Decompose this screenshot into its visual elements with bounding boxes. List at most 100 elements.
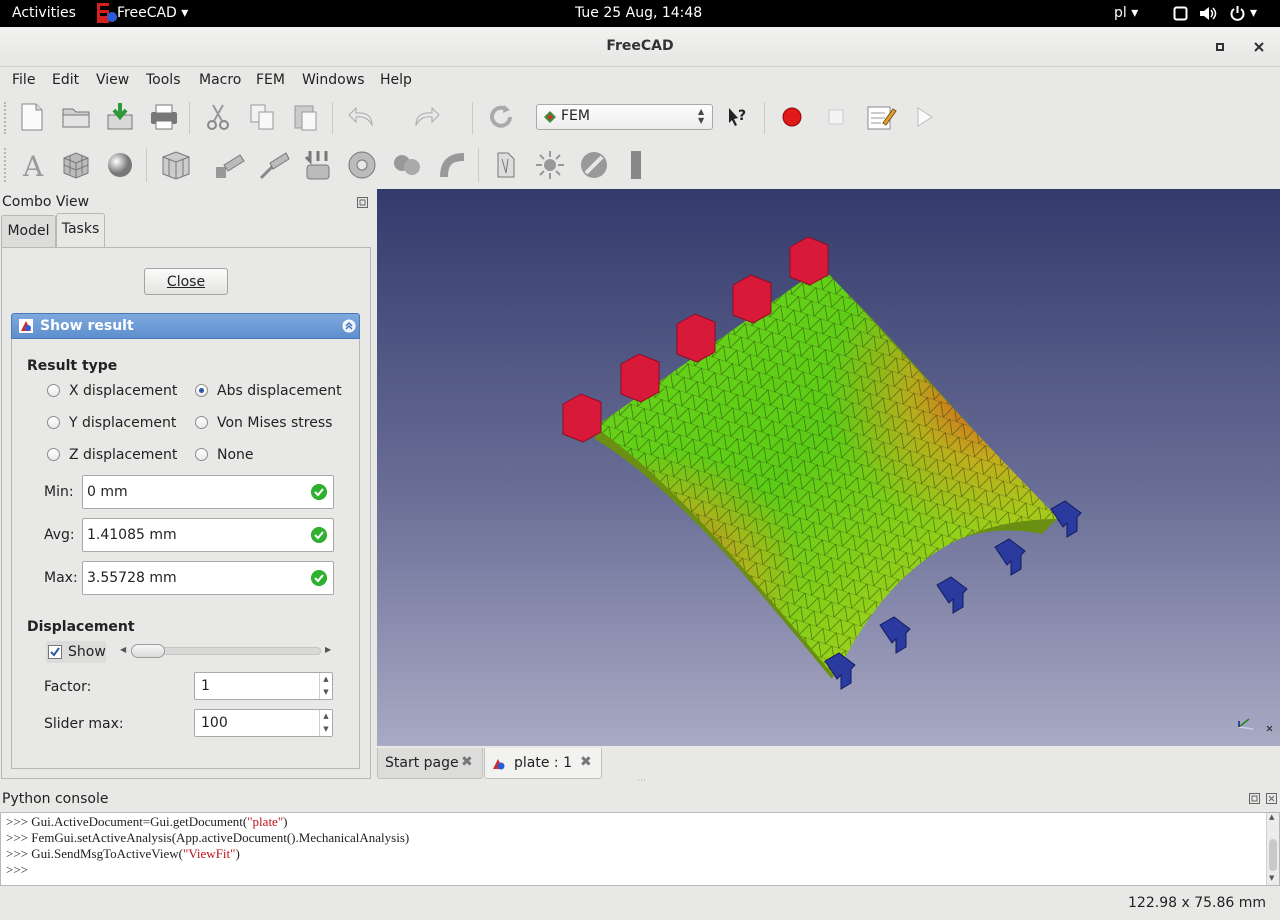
workbench-selector[interactable]: FEM ▲ ▼	[536, 104, 713, 130]
material-icon[interactable]	[104, 149, 136, 181]
slider-right-arrow[interactable]: ▶	[325, 645, 331, 654]
scroll-down-arrow[interactable]: ▼	[1269, 874, 1274, 882]
x-displacement-label[interactable]: X displacement	[69, 383, 177, 399]
menu-file[interactable]: File	[12, 72, 35, 88]
open-folder-icon[interactable]	[60, 101, 92, 133]
mechanical-analysis-icon[interactable]	[160, 149, 192, 181]
menu-windows[interactable]: Windows	[302, 72, 365, 88]
scrollbar-thumb[interactable]	[1269, 839, 1277, 871]
max-label: Max:	[44, 570, 78, 586]
undo-icon[interactable]	[346, 101, 378, 133]
undock-icon[interactable]	[1249, 793, 1260, 804]
new-document-icon[interactable]	[16, 101, 48, 133]
spin-arrows-icon[interactable]: ▲ ▼	[319, 710, 332, 736]
slider-max-spinbox[interactable]: 100 ▲ ▼	[194, 709, 333, 737]
close-button[interactable]: Close	[144, 268, 228, 295]
spin-arrows-icon[interactable]: ▲ ▼	[319, 673, 332, 699]
console-scrollbar[interactable]: ▲ ▼	[1266, 813, 1279, 885]
clock[interactable]: Tue 25 Aug, 14:48	[575, 5, 702, 21]
analysis-icon[interactable]: A	[18, 149, 50, 181]
purge-results-icon[interactable]	[578, 149, 610, 181]
menu-help[interactable]: Help	[380, 72, 412, 88]
fem-plate-model[interactable]	[377, 189, 1280, 746]
show-result-header[interactable]: Show result	[11, 313, 360, 339]
toolbar-grip[interactable]	[4, 102, 8, 134]
macro-record-icon[interactable]	[776, 101, 808, 133]
radio-von-mises-stress[interactable]	[195, 416, 208, 429]
constraint-bearing-icon[interactable]	[346, 149, 378, 181]
radio-none[interactable]	[195, 448, 208, 461]
z-displacement-label[interactable]: Z displacement	[69, 447, 177, 463]
copy-icon[interactable]	[246, 101, 278, 133]
console-line: >>> Gui.SendMsgToActiveView("ViewFit")	[6, 846, 240, 862]
show-checkbox[interactable]	[48, 645, 62, 659]
splitter-handle[interactable]: ⋯	[637, 776, 646, 786]
tab-model[interactable]: Model	[1, 215, 56, 247]
cut-icon[interactable]	[202, 101, 234, 133]
close-panel-icon[interactable]	[1266, 793, 1277, 804]
volume-icon[interactable]	[1199, 6, 1217, 21]
solver-calculix-icon[interactable]	[490, 149, 522, 181]
system-menu-arrow[interactable]: ▾	[1250, 5, 1257, 21]
close-tab-icon[interactable]: ✖	[580, 754, 592, 770]
whats-this-icon[interactable]: ?	[720, 101, 752, 133]
power-icon[interactable]	[1229, 5, 1246, 22]
collapse-icon[interactable]	[342, 319, 356, 333]
radio-abs-displacement[interactable]	[195, 384, 208, 397]
constraint-fixed-icon[interactable]	[214, 149, 246, 181]
macro-stop-icon[interactable]	[820, 101, 852, 133]
show-result-icon[interactable]	[620, 149, 652, 181]
displacement-label: Displacement	[27, 619, 135, 635]
constraint-force-icon[interactable]	[258, 149, 290, 181]
macro-execute-icon[interactable]	[908, 101, 940, 133]
none-label[interactable]: None	[217, 447, 254, 463]
scroll-up-arrow[interactable]: ▲	[1269, 813, 1274, 821]
python-console[interactable]: >>> Gui.ActiveDocument=Gui.getDocument("…	[0, 812, 1280, 886]
menu-fem[interactable]: FEM	[256, 72, 285, 88]
constraint-pulley-icon[interactable]	[436, 149, 468, 181]
refresh-icon[interactable]	[485, 101, 517, 133]
avg-label: Avg:	[44, 527, 75, 543]
redo-icon[interactable]	[410, 101, 442, 133]
y-displacement-label[interactable]: Y displacement	[69, 415, 176, 431]
radio-x-displacement[interactable]	[47, 384, 60, 397]
avg-field[interactable]: 1.41085 mm	[82, 518, 334, 552]
print-icon[interactable]	[148, 101, 180, 133]
factor-spinbox[interactable]: 1 ▲ ▼	[194, 672, 333, 700]
menu-view[interactable]: View	[96, 72, 129, 88]
menu-edit[interactable]: Edit	[52, 72, 79, 88]
slider-left-arrow[interactable]: ◀	[120, 645, 126, 654]
close-tab-icon[interactable]: ✖	[461, 754, 473, 770]
undock-icon[interactable]	[357, 197, 368, 208]
displacement-slider-handle[interactable]	[131, 644, 165, 658]
activities-button[interactable]: Activities	[12, 5, 76, 21]
keyboard-layout-menu[interactable]: pl ▾	[1114, 5, 1138, 21]
run-solver-icon[interactable]	[534, 149, 566, 181]
min-field[interactable]: 0 mm	[82, 475, 334, 509]
menu-macro[interactable]: Macro	[199, 72, 241, 88]
menu-tools[interactable]: Tools	[146, 72, 181, 88]
toolbar-grip[interactable]	[4, 148, 8, 182]
constraint-gear-icon[interactable]	[390, 149, 422, 181]
constraint-pressure-icon[interactable]	[302, 149, 334, 181]
app-menu-button[interactable]: FreeCAD ▾	[117, 5, 188, 21]
tab-tasks[interactable]: Tasks	[56, 213, 105, 248]
window-icon[interactable]	[1173, 6, 1188, 21]
window-titlebar[interactable]: FreeCAD	[0, 27, 1280, 67]
abs-displacement-label[interactable]: Abs displacement	[217, 383, 342, 399]
paste-icon[interactable]	[290, 101, 322, 133]
macro-edit-icon[interactable]	[865, 101, 897, 133]
radio-y-displacement[interactable]	[47, 416, 60, 429]
max-field[interactable]: 3.55728 mm	[82, 561, 334, 595]
console-input-line[interactable]: >>>	[6, 862, 28, 878]
3d-view[interactable]	[377, 189, 1280, 746]
tab-plate[interactable]: plate : 1 ✖	[484, 748, 602, 779]
save-icon[interactable]	[104, 101, 136, 133]
tab-start-page[interactable]: Start page ✖	[377, 748, 483, 779]
radio-z-displacement[interactable]	[47, 448, 60, 461]
console-code: Gui.SendMsgToActiveView(	[31, 846, 184, 861]
von-mises-stress-label[interactable]: Von Mises stress	[217, 415, 332, 431]
restore-window-icon[interactable]	[1212, 39, 1228, 55]
mesh-from-shape-icon[interactable]	[60, 149, 92, 181]
close-window-icon[interactable]	[1251, 39, 1267, 55]
